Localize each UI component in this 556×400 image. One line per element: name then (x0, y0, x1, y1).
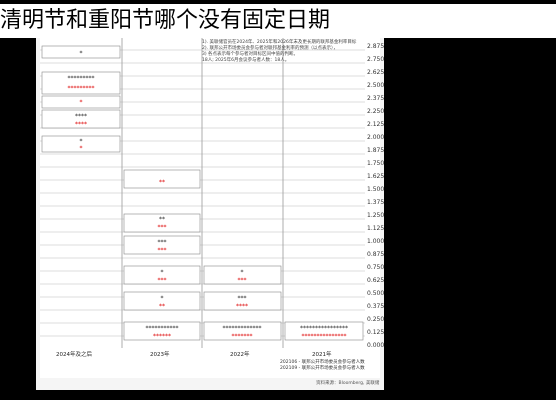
svg-text:*********: ********* (68, 75, 95, 82)
dots-2022: * *** *** **** ************* ******* (203, 265, 282, 341)
y-tick: 1.250 (367, 212, 385, 219)
svg-text:******: ****** (153, 333, 171, 340)
y-tick: 1.500 (367, 186, 385, 193)
y-tick: 0.750 (367, 264, 385, 271)
svg-text:***********: *********** (146, 325, 179, 332)
svg-text:***: *** (158, 277, 167, 284)
y-tick: 0.875 (367, 251, 385, 258)
y-tick: 1.625 (367, 173, 385, 180)
bottom-legend-line: 202109 - 联邦公开市场委员会参与者人数 (280, 366, 365, 371)
y-tick: 2.250 (367, 108, 385, 115)
y-tick: 1.875 (367, 147, 385, 154)
svg-text:****************: **************** (300, 325, 348, 332)
dot-plot-screenshot: * ********* ********* * **** **** * * **… (36, 38, 384, 390)
svg-text:***: *** (158, 224, 167, 231)
source-footer: 资料来源：Bloomberg, 美联储 (316, 381, 380, 386)
dots-2023: ** ** *** *** *** * *** * ** ***********… (123, 169, 201, 341)
svg-text:*: * (80, 145, 83, 152)
x-tick: 2021年 (312, 352, 332, 358)
y-tick: 2.625 (367, 69, 385, 76)
x-tick: 2022年 (230, 352, 250, 358)
y-axis: 2.875 2.750 2.625 2.500 2.375 2.250 2.12… (365, 38, 395, 349)
y-tick: 2.875 (367, 43, 385, 50)
chart-legend: 1). 美联储官员在2024年、2025年和2026年末及更长期的联邦基金利率目… (200, 38, 365, 66)
y-tick: 2.750 (367, 56, 385, 63)
y-tick: 2.125 (367, 121, 385, 128)
svg-text:*: * (161, 295, 164, 302)
svg-text:****: **** (236, 303, 248, 310)
y-tick: 2.000 (367, 134, 385, 141)
svg-text:*: * (80, 138, 83, 145)
svg-text:***************: *************** (302, 333, 347, 340)
bottom-legend: 202106 - 联邦公开市场委员会参与者人数 202109 - 联邦公开市场委… (280, 360, 365, 372)
page-title: 清明节和重阳节哪个没有固定日期 (0, 4, 556, 38)
svg-text:**: ** (159, 216, 165, 223)
y-tick: 0.375 (367, 303, 385, 310)
y-tick: 1.375 (367, 199, 385, 206)
y-tick: 0.625 (367, 277, 385, 284)
y-tick: 2.375 (367, 95, 385, 102)
y-tick: 1.000 (367, 238, 385, 245)
svg-text:***: *** (158, 239, 167, 246)
y-tick: 2.500 (367, 82, 385, 89)
y-tick: 1.125 (367, 225, 385, 232)
y-tick: 0.000 (367, 342, 385, 349)
dot-plot-panel: * ********* ********* * **** **** * * **… (40, 38, 384, 378)
y-tick: 1.750 (367, 160, 385, 167)
dot-plot-grid: * ********* ********* * **** **** * * **… (40, 38, 365, 348)
svg-text:***: *** (238, 277, 247, 284)
svg-text:*************: ************* (223, 325, 262, 332)
svg-text:*: * (80, 50, 83, 57)
y-tick: 0.500 (367, 290, 385, 297)
x-tick: 2023年 (150, 352, 170, 358)
x-tick: 2024年及之后 (56, 352, 92, 358)
legend-line: 18人; 2025年6月会议参与者人数：18人。 (202, 58, 290, 63)
y-tick: 0.125 (367, 329, 385, 336)
dots-2021: **************** *************** (284, 321, 364, 341)
svg-text:*******: ******* (232, 333, 253, 340)
svg-text:*: * (161, 269, 164, 276)
svg-text:*: * (241, 269, 244, 276)
dots-2024: * ********* ********* * **** **** * * (41, 45, 121, 153)
svg-text:****: **** (75, 121, 87, 128)
svg-text:**: ** (159, 303, 165, 310)
svg-text:*********: ********* (68, 85, 95, 92)
svg-text:****: **** (75, 113, 87, 120)
svg-text:***: *** (238, 295, 247, 302)
y-tick: 0.250 (367, 316, 385, 323)
svg-text:*: * (80, 99, 83, 106)
svg-text:***: *** (158, 247, 167, 254)
svg-text:**: ** (159, 179, 165, 186)
